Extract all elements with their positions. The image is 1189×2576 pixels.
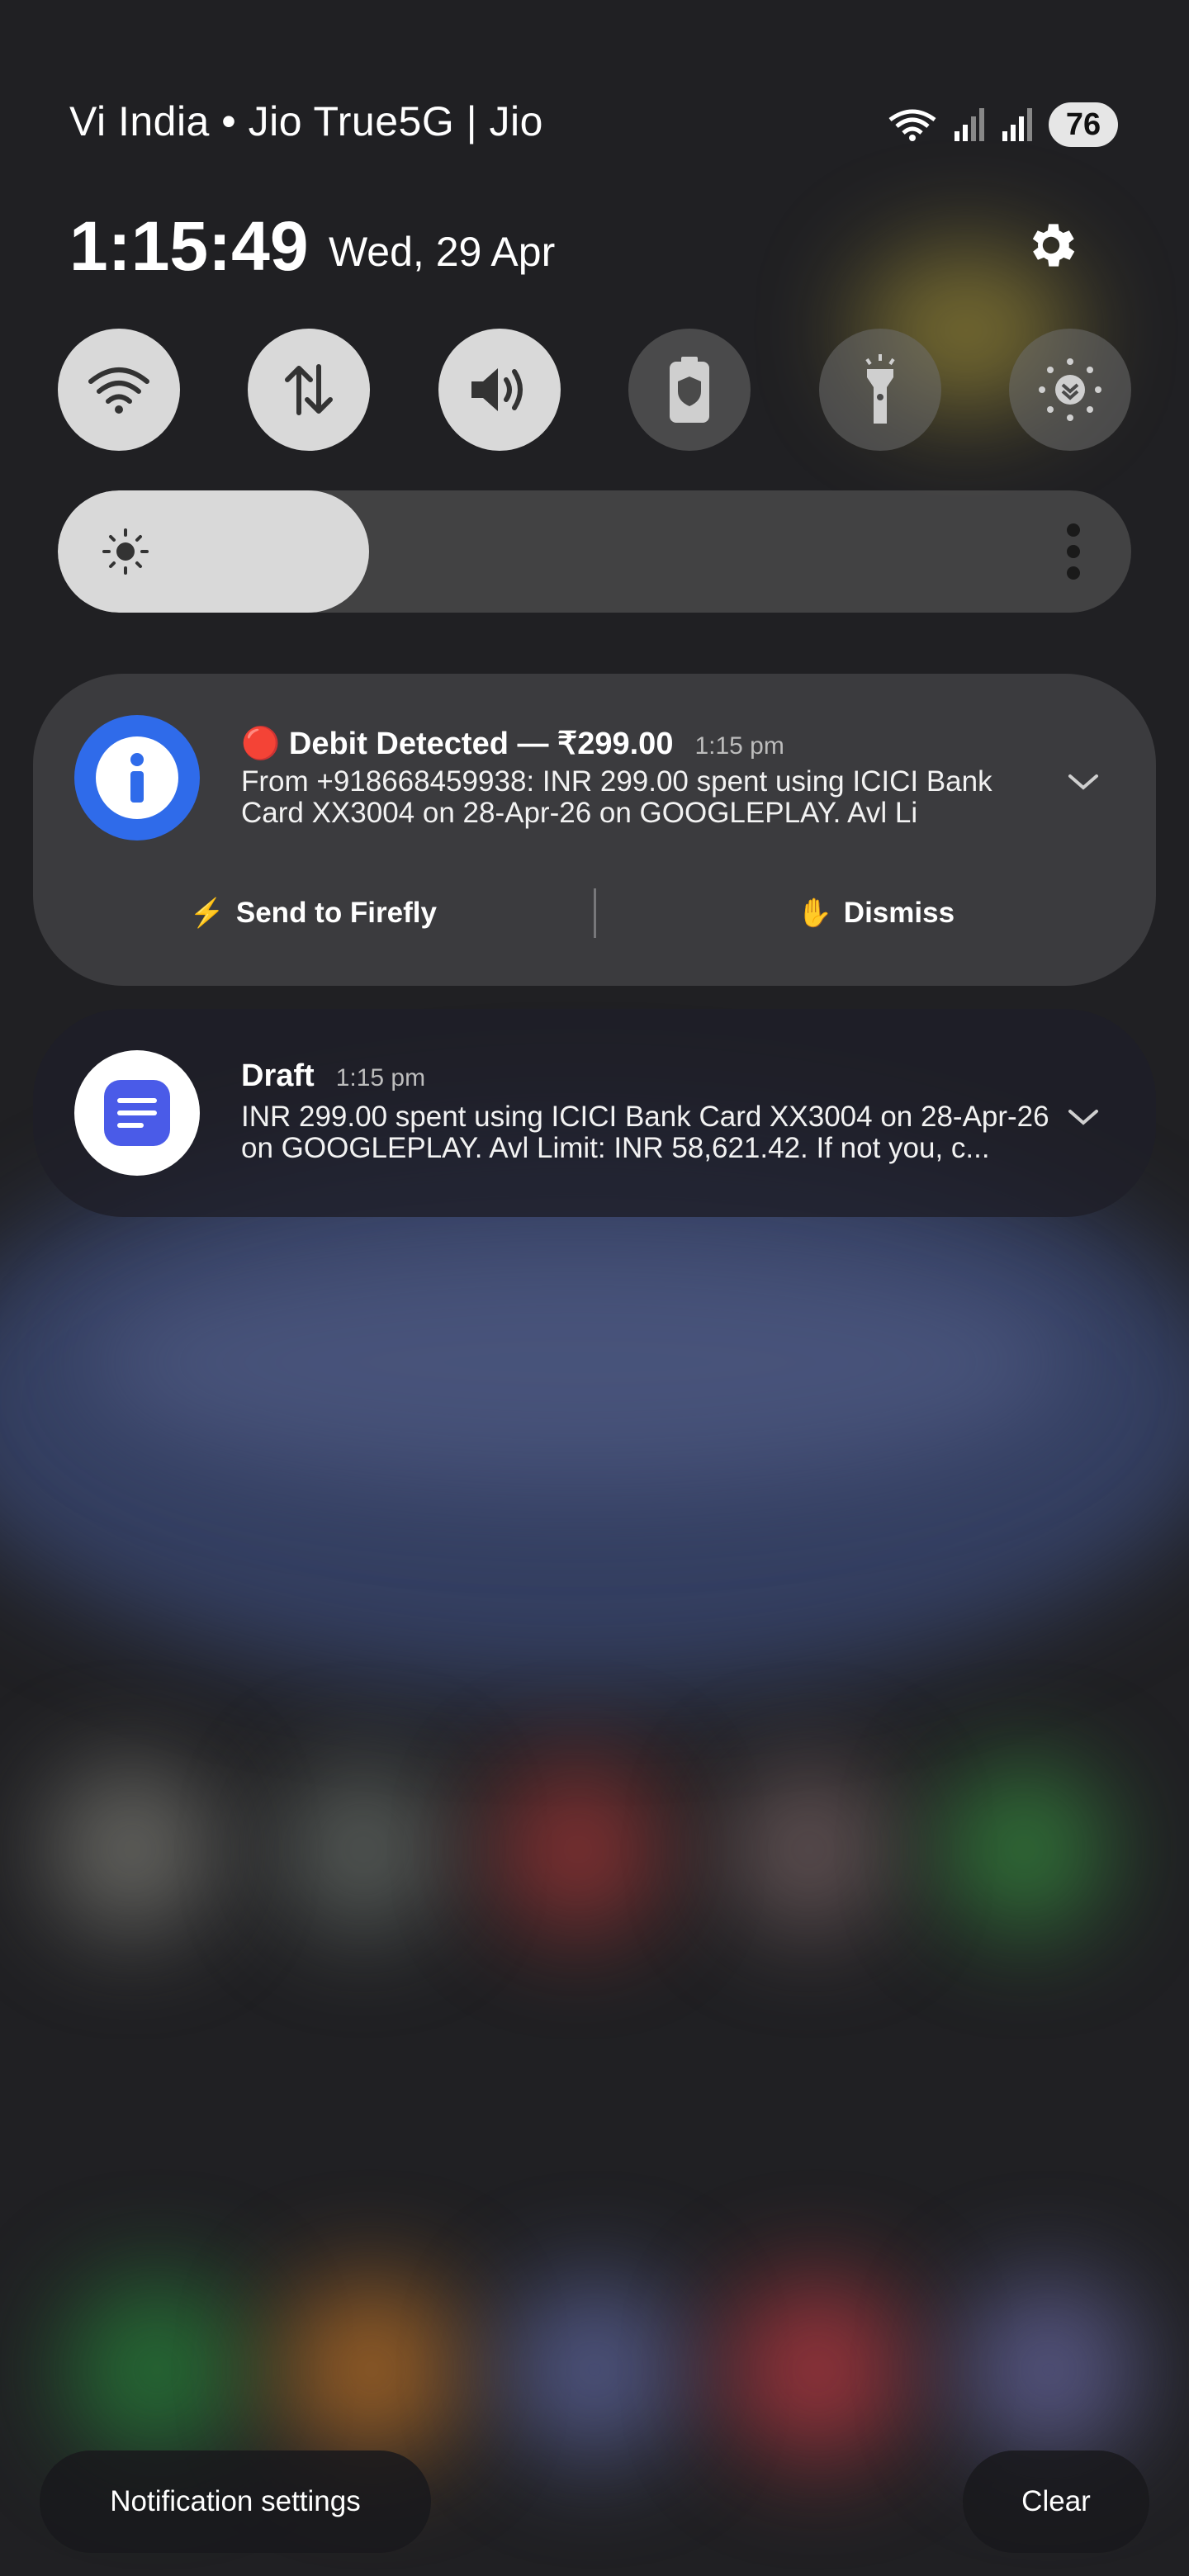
more-options-icon[interactable] bbox=[1065, 522, 1082, 581]
battery-saver-icon bbox=[670, 357, 710, 423]
send-to-firefly-label: Send to Firefly bbox=[235, 897, 437, 929]
signal-bars-icon bbox=[1002, 108, 1032, 141]
notification-title: 🔴 Debit Detected — ₹299.00 1:15 pm bbox=[241, 725, 784, 762]
notification-body: From +918668459938: INR 299.00 spent usi… bbox=[241, 765, 992, 829]
quick-settings-row bbox=[58, 329, 1131, 451]
chevron-down-icon[interactable] bbox=[1065, 1105, 1101, 1129]
mobile-data-toggle[interactable] bbox=[248, 329, 371, 451]
notification-debit[interactable]: 🔴 Debit Detected — ₹299.00 1:15 pm From +… bbox=[33, 674, 1156, 986]
sound-icon bbox=[471, 368, 523, 411]
notification-settings-button[interactable]: Notification settings bbox=[40, 2451, 431, 2553]
sound-toggle[interactable] bbox=[438, 329, 561, 451]
date-label[interactable]: Wed, 29 Apr bbox=[329, 228, 555, 276]
brightness-slider[interactable] bbox=[58, 490, 1131, 613]
dismiss-label: Dismiss bbox=[843, 897, 955, 929]
clear-button[interactable]: Clear bbox=[963, 2451, 1149, 2553]
notification-time: 1:15 pm bbox=[694, 732, 784, 760]
status-icons: 76 bbox=[887, 102, 1118, 147]
flashlight-toggle[interactable] bbox=[818, 329, 941, 451]
eye-comfort-icon bbox=[1038, 358, 1101, 421]
notification-title: Draft 1:15 pm bbox=[241, 1058, 425, 1094]
dismiss-button[interactable]: ✋ Dismiss bbox=[596, 897, 1157, 930]
brightness-icon bbox=[102, 528, 149, 575]
notes-icon bbox=[104, 1080, 170, 1146]
app-icon bbox=[74, 715, 200, 841]
chevron-down-icon[interactable] bbox=[1065, 769, 1101, 794]
eye-comfort-toggle[interactable] bbox=[1008, 329, 1131, 451]
battery-icon: 76 bbox=[1049, 102, 1118, 147]
battery-saver-toggle[interactable] bbox=[628, 329, 751, 451]
notification-title-text: Draft bbox=[241, 1058, 315, 1093]
lightning-icon: ⚡ bbox=[189, 897, 225, 929]
info-icon bbox=[96, 736, 178, 819]
send-to-firefly-button[interactable]: ⚡ Send to Firefly bbox=[33, 897, 594, 930]
app-icon bbox=[74, 1050, 200, 1176]
notification-title-text: 🔴 Debit Detected — ₹299.00 bbox=[241, 727, 674, 761]
gear-icon[interactable] bbox=[1022, 216, 1080, 274]
notification-time: 1:15 pm bbox=[335, 1064, 426, 1091]
notification-actions: ⚡ Send to Firefly ✋ Dismiss bbox=[33, 880, 1156, 946]
flashlight-icon bbox=[865, 354, 895, 424]
notification-draft[interactable]: Draft 1:15 pm INR 299.00 spent using ICIC… bbox=[33, 1009, 1156, 1217]
notification-body: INR 299.00 spent using ICICI Bank Card X… bbox=[241, 1101, 1049, 1164]
raised-hand-icon: ✋ bbox=[797, 897, 832, 929]
wifi-data-icon bbox=[888, 109, 936, 141]
wifi-toggle[interactable] bbox=[58, 329, 180, 451]
mobile-data-icon bbox=[285, 364, 334, 415]
carrier-label: Vi India • Jio True5G | Jio bbox=[69, 98, 543, 144]
clock[interactable]: 1:15:49 bbox=[69, 206, 309, 286]
wifi-icon bbox=[88, 367, 149, 414]
signal-bars-icon bbox=[955, 108, 984, 141]
